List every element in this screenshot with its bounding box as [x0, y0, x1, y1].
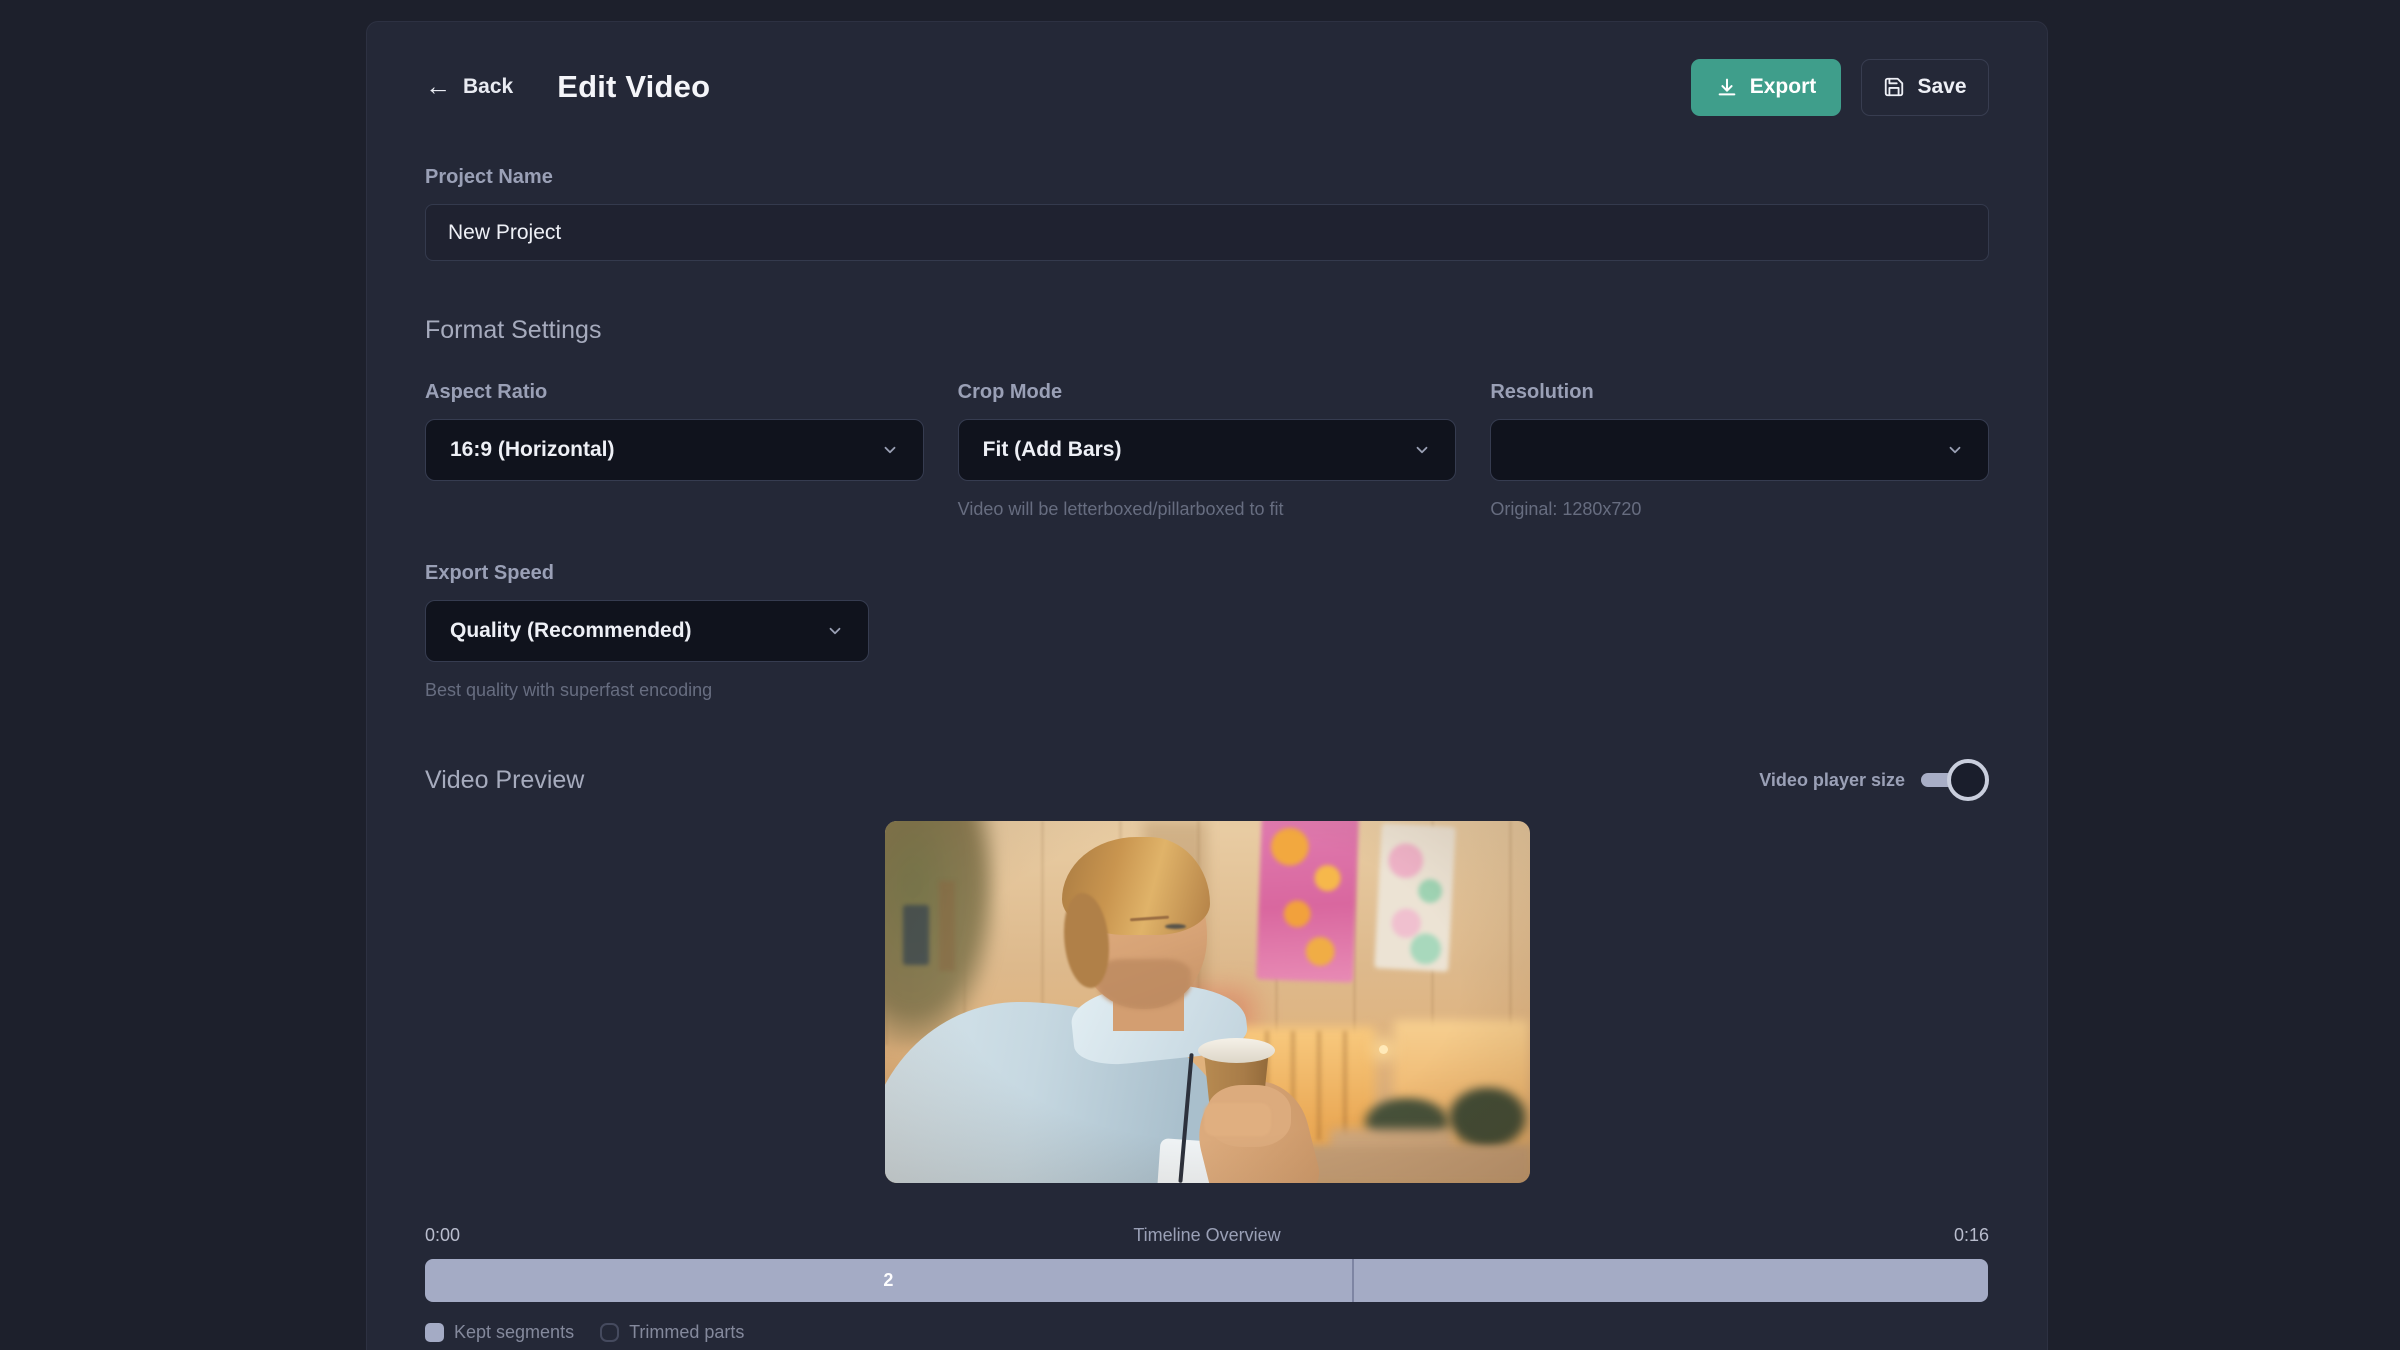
export-speed-label: Export Speed [425, 562, 1989, 585]
timeline-legend: Kept segments Trimmed parts [425, 1322, 1989, 1343]
segment-label: 2 [883, 1270, 893, 1291]
crop-mode-field: Crop Mode Fit (Add Bars) Video will be l… [958, 381, 1457, 520]
download-icon [1716, 76, 1738, 98]
timeline-segment[interactable]: 2 [425, 1259, 1352, 1302]
export-speed-field: Export Speed Quality (Recommended) Best … [425, 562, 1989, 701]
preview-header: Video Preview Video player size [425, 759, 1989, 801]
resolution-select[interactable] [1490, 419, 1989, 481]
arrow-left-icon: ← [425, 73, 451, 99]
page-title: Edit Video [557, 69, 710, 105]
chevron-down-icon [1946, 441, 1964, 459]
timeline-end-time: 0:16 [1954, 1225, 1989, 1246]
resolution-field: Resolution Original: 1280x720 [1490, 381, 1989, 520]
project-name-input[interactable] [425, 204, 1989, 261]
timeline-overview-bar[interactable]: 2 [425, 1259, 1988, 1302]
crop-mode-label: Crop Mode [958, 381, 1457, 404]
aspect-ratio-helper [425, 499, 924, 519]
export-speed-helper: Best quality with superfast encoding [425, 680, 869, 701]
chevron-down-icon [826, 622, 844, 640]
crop-mode-helper: Video will be letterboxed/pillarboxed to… [958, 499, 1457, 520]
timeline-segment[interactable] [1352, 1259, 1988, 1302]
header-actions: Export Save [1691, 59, 1989, 116]
scene-vignette [885, 821, 1530, 1183]
player-size-label: Video player size [1759, 770, 1905, 791]
player-size-control: Video player size [1759, 759, 1989, 801]
floppy-disk-icon [1883, 76, 1905, 98]
timeline-title: Timeline Overview [460, 1225, 1954, 1246]
video-player[interactable] [885, 821, 1530, 1183]
slider-thumb[interactable] [1947, 759, 1989, 801]
legend-kept-segments: Kept segments [425, 1322, 574, 1343]
video-preview-wrap [425, 821, 1989, 1183]
crop-mode-value: Fit (Add Bars) [983, 438, 1122, 462]
resolution-label: Resolution [1490, 381, 1989, 404]
kept-segments-label: Kept segments [454, 1322, 574, 1343]
export-speed-value: Quality (Recommended) [450, 619, 692, 643]
edit-video-panel: ← Back Edit Video Export [366, 21, 2048, 1350]
aspect-ratio-label: Aspect Ratio [425, 381, 924, 404]
aspect-ratio-field: Aspect Ratio 16:9 (Horizontal) [425, 381, 924, 520]
legend-trimmed-parts: Trimmed parts [600, 1322, 744, 1343]
export-speed-select[interactable]: Quality (Recommended) [425, 600, 869, 662]
back-button[interactable]: ← Back [425, 74, 513, 100]
save-label: Save [1917, 75, 1966, 99]
crop-mode-select[interactable]: Fit (Add Bars) [958, 419, 1457, 481]
trimmed-parts-swatch [600, 1323, 619, 1342]
timeline-start-time: 0:00 [425, 1225, 460, 1246]
export-label: Export [1750, 75, 1817, 99]
aspect-ratio-select[interactable]: 16:9 (Horizontal) [425, 419, 924, 481]
project-name-label: Project Name [425, 166, 1989, 189]
timeline-labels: 0:00 Timeline Overview 0:16 [425, 1225, 1989, 1246]
save-button[interactable]: Save [1861, 59, 1989, 116]
kept-segments-swatch [425, 1323, 444, 1342]
format-settings-grid: Aspect Ratio 16:9 (Horizontal) Crop Mode… [425, 381, 1989, 520]
header: ← Back Edit Video Export [425, 58, 1989, 116]
video-preview-title: Video Preview [425, 766, 584, 795]
export-button[interactable]: Export [1691, 59, 1841, 116]
chevron-down-icon [881, 441, 899, 459]
resolution-helper: Original: 1280x720 [1490, 499, 1989, 520]
player-size-slider[interactable] [1921, 759, 1989, 801]
back-label: Back [463, 75, 513, 99]
aspect-ratio-value: 16:9 (Horizontal) [450, 438, 615, 462]
trimmed-parts-label: Trimmed parts [629, 1322, 744, 1343]
chevron-down-icon [1413, 441, 1431, 459]
format-settings-title: Format Settings [425, 316, 1989, 345]
